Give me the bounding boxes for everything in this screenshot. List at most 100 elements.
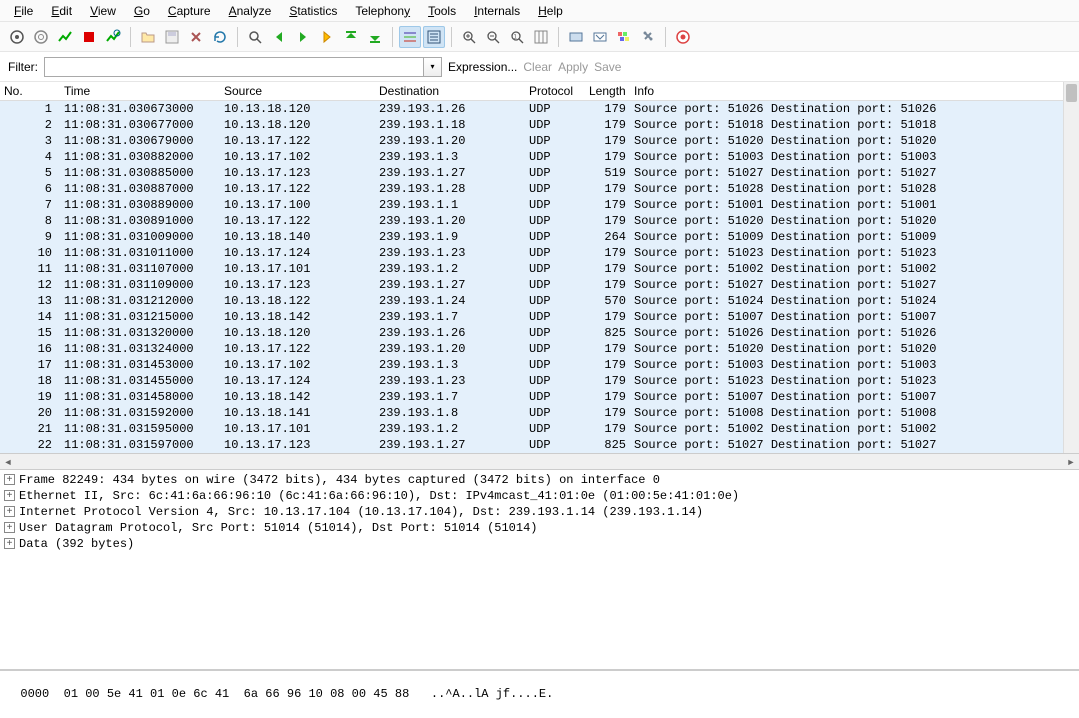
zoom-out-icon[interactable] xyxy=(482,26,504,48)
packet-detail-pane[interactable]: +Frame 82249: 434 bytes on wire (3472 bi… xyxy=(0,470,1079,670)
table-row[interactable]: 1011:08:31.03101100010.13.17.124239.193.… xyxy=(0,245,1063,261)
zoom-in-icon[interactable] xyxy=(458,26,480,48)
cell-info: Source port: 51007 Destination port: 510… xyxy=(630,309,1063,325)
detail-line[interactable]: +Ethernet II, Src: 6c:41:6a:66:96:10 (6c… xyxy=(4,488,1075,504)
go-last-icon[interactable] xyxy=(364,26,386,48)
filter-input[interactable] xyxy=(44,57,424,77)
filter-apply-button[interactable]: Apply xyxy=(558,60,588,74)
table-row[interactable]: 611:08:31.03088700010.13.17.122239.193.1… xyxy=(0,181,1063,197)
col-destination[interactable]: Destination xyxy=(375,82,525,101)
menu-item-analyze[interactable]: Analyze xyxy=(221,2,280,20)
menu-item-help[interactable]: Help xyxy=(530,2,571,20)
zoom-reset-icon[interactable]: 1 xyxy=(506,26,528,48)
table-row[interactable]: 1311:08:31.03121200010.13.18.122239.193.… xyxy=(0,293,1063,309)
detail-line[interactable]: +User Datagram Protocol, Src Port: 51014… xyxy=(4,520,1075,536)
preferences-icon[interactable] xyxy=(637,26,659,48)
menu-item-go[interactable]: Go xyxy=(126,2,158,20)
menu-item-capture[interactable]: Capture xyxy=(160,2,219,20)
stop-capture-icon[interactable] xyxy=(78,26,100,48)
table-row[interactable]: 1711:08:31.03145300010.13.17.102239.193.… xyxy=(0,357,1063,373)
menu-item-edit[interactable]: Edit xyxy=(43,2,80,20)
expand-icon[interactable]: + xyxy=(4,538,15,549)
packet-table[interactable]: No. Time Source Destination Protocol Len… xyxy=(0,82,1063,453)
packet-table-header[interactable]: No. Time Source Destination Protocol Len… xyxy=(0,82,1063,101)
table-row[interactable]: 1911:08:31.03145800010.13.18.142239.193.… xyxy=(0,389,1063,405)
detail-line[interactable]: +Internet Protocol Version 4, Src: 10.13… xyxy=(4,504,1075,520)
scroll-left-icon[interactable]: ◄ xyxy=(0,454,16,470)
scroll-right-icon[interactable]: ► xyxy=(1063,454,1079,470)
help-icon[interactable] xyxy=(672,26,694,48)
menu-item-tools[interactable]: Tools xyxy=(420,2,464,20)
table-row[interactable]: 2211:08:31.03159700010.13.17.123239.193.… xyxy=(0,437,1063,453)
cell-length: 179 xyxy=(585,181,630,197)
expand-icon[interactable]: + xyxy=(4,474,15,485)
options-icon[interactable] xyxy=(30,26,52,48)
cell-protocol: UDP xyxy=(525,261,585,277)
table-row[interactable]: 2011:08:31.03159200010.13.18.141239.193.… xyxy=(0,405,1063,421)
cell-info: Source port: 51027 Destination port: 510… xyxy=(630,437,1063,453)
menu-item-telephony[interactable]: Telephony xyxy=(347,2,418,20)
menu-item-statistics[interactable]: Statistics xyxy=(281,2,345,20)
resize-columns-icon[interactable] xyxy=(530,26,552,48)
go-forward-icon[interactable] xyxy=(292,26,314,48)
table-row[interactable]: 1411:08:31.03121500010.13.18.142239.193.… xyxy=(0,309,1063,325)
cell-info: Source port: 51023 Destination port: 510… xyxy=(630,245,1063,261)
expand-icon[interactable]: + xyxy=(4,490,15,501)
cell-time: 11:08:31.031011000 xyxy=(60,245,220,261)
table-row[interactable]: 511:08:31.03088500010.13.17.123239.193.1… xyxy=(0,165,1063,181)
menu-item-file[interactable]: File xyxy=(6,2,41,20)
table-row[interactable]: 1511:08:31.03132000010.13.18.120239.193.… xyxy=(0,325,1063,341)
capture-filters-icon[interactable] xyxy=(565,26,587,48)
menu-item-internals[interactable]: Internals xyxy=(466,2,528,20)
colorize-icon[interactable] xyxy=(399,26,421,48)
display-filters-icon[interactable] xyxy=(589,26,611,48)
open-file-icon[interactable] xyxy=(137,26,159,48)
cell-time: 11:08:31.031453000 xyxy=(60,357,220,373)
table-row[interactable]: 1611:08:31.03132400010.13.17.122239.193.… xyxy=(0,341,1063,357)
col-source[interactable]: Source xyxy=(220,82,375,101)
col-info[interactable]: Info xyxy=(630,82,1063,101)
scrollbar-thumb[interactable] xyxy=(1066,84,1077,102)
coloring-rules-icon[interactable] xyxy=(613,26,635,48)
table-row[interactable]: 311:08:31.03067900010.13.17.122239.193.1… xyxy=(0,133,1063,149)
restart-capture-icon[interactable] xyxy=(102,26,124,48)
detail-line[interactable]: +Data (392 bytes) xyxy=(4,536,1075,552)
packet-vscrollbar[interactable] xyxy=(1063,82,1079,453)
menu-item-view[interactable]: View xyxy=(82,2,124,20)
go-to-packet-icon[interactable] xyxy=(316,26,338,48)
find-packet-icon[interactable] xyxy=(244,26,266,48)
table-row[interactable]: 711:08:31.03088900010.13.17.100239.193.1… xyxy=(0,197,1063,213)
table-row[interactable]: 2111:08:31.03159500010.13.17.101239.193.… xyxy=(0,421,1063,437)
table-row[interactable]: 211:08:31.03067700010.13.18.120239.193.1… xyxy=(0,117,1063,133)
interfaces-icon[interactable] xyxy=(6,26,28,48)
table-row[interactable]: 1211:08:31.03110900010.13.17.123239.193.… xyxy=(0,277,1063,293)
packet-bytes-pane[interactable]: 0000 01 00 5e 41 01 0e 6c 41 6a 66 96 10… xyxy=(0,670,1079,698)
reload-icon[interactable] xyxy=(209,26,231,48)
table-row[interactable]: 411:08:31.03088200010.13.17.102239.193.1… xyxy=(0,149,1063,165)
expand-icon[interactable]: + xyxy=(4,522,15,533)
go-first-icon[interactable] xyxy=(340,26,362,48)
col-protocol[interactable]: Protocol xyxy=(525,82,585,101)
save-file-icon[interactable] xyxy=(161,26,183,48)
filter-dropdown-icon[interactable]: ▾ xyxy=(424,57,442,77)
svg-text:1: 1 xyxy=(514,34,518,40)
col-time[interactable]: Time xyxy=(60,82,220,101)
cell-time: 11:08:31.031597000 xyxy=(60,437,220,453)
close-file-icon[interactable] xyxy=(185,26,207,48)
packet-hscrollbar[interactable]: ◄ ► xyxy=(0,454,1079,470)
table-row[interactable]: 111:08:31.03067300010.13.18.120239.193.1… xyxy=(0,101,1063,118)
filter-save-button[interactable]: Save xyxy=(594,60,621,74)
go-back-icon[interactable] xyxy=(268,26,290,48)
col-no[interactable]: No. xyxy=(0,82,60,101)
expand-icon[interactable]: + xyxy=(4,506,15,517)
detail-line[interactable]: +Frame 82249: 434 bytes on wire (3472 bi… xyxy=(4,472,1075,488)
filter-clear-button[interactable]: Clear xyxy=(523,60,552,74)
table-row[interactable]: 1111:08:31.03110700010.13.17.101239.193.… xyxy=(0,261,1063,277)
filter-expression-button[interactable]: Expression... xyxy=(448,60,517,74)
table-row[interactable]: 811:08:31.03089100010.13.17.122239.193.1… xyxy=(0,213,1063,229)
table-row[interactable]: 911:08:31.03100900010.13.18.140239.193.1… xyxy=(0,229,1063,245)
col-length[interactable]: Length xyxy=(585,82,630,101)
start-capture-icon[interactable] xyxy=(54,26,76,48)
table-row[interactable]: 1811:08:31.03145500010.13.17.124239.193.… xyxy=(0,373,1063,389)
autoscroll-icon[interactable] xyxy=(423,26,445,48)
